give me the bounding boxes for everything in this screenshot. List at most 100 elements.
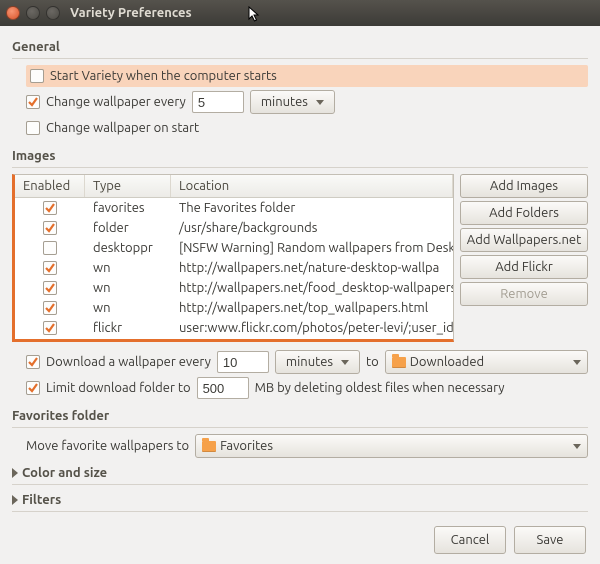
content-area: General Start Variety when the computer …: [0, 26, 600, 564]
add-flickr-button[interactable]: Add Flickr: [460, 255, 588, 279]
table-row[interactable]: flickruser:www.flickr.com/photos/peter-l…: [15, 318, 453, 338]
col-type[interactable]: Type: [85, 175, 171, 197]
folder-icon: [202, 441, 216, 452]
cell-type: folder: [85, 221, 171, 235]
chevron-down-icon: [341, 360, 349, 365]
option-download-every: Download a wallpaper every minutes to Do…: [26, 350, 588, 374]
add-images-button[interactable]: Add Images: [460, 174, 588, 198]
checkbox-change-on-start[interactable]: [26, 121, 40, 135]
checkbox-source-enabled[interactable]: [43, 281, 57, 295]
combo-change-every-unit-label: minutes: [261, 95, 308, 109]
chevron-down-icon: [573, 444, 581, 449]
minimize-icon[interactable]: [26, 6, 40, 20]
input-limit-mb[interactable]: [197, 377, 249, 399]
expander-filters-label: Filters: [22, 493, 61, 507]
cell-type: wn: [85, 301, 171, 315]
cell-location: http://wallpapers.net/nature-desktop-wal…: [171, 261, 453, 275]
combo-change-every-unit[interactable]: minutes: [250, 90, 335, 114]
chevron-down-icon: [316, 100, 324, 105]
table-row[interactable]: favoritesThe Favorites folder: [15, 198, 453, 218]
section-images: Images: [12, 149, 588, 163]
remove-button[interactable]: Remove: [460, 282, 588, 306]
combo-download-dest-label: Downloaded: [410, 355, 484, 369]
cell-location: http://wallpapers.net/food_desktop-wallp…: [171, 281, 453, 295]
chevron-down-icon: [573, 360, 581, 365]
col-location[interactable]: Location: [171, 175, 453, 197]
col-enabled[interactable]: Enabled: [15, 175, 85, 197]
combo-download-unit-label: minutes: [286, 355, 333, 369]
table-row[interactable]: wnhttp://wallpapers.net/food_desktop-wal…: [15, 278, 453, 298]
triangle-right-icon: [12, 495, 18, 505]
combo-download-unit[interactable]: minutes: [275, 350, 360, 374]
add-wallpapers-net-button[interactable]: Add Wallpapers.net: [460, 228, 588, 252]
checkbox-source-enabled[interactable]: [43, 261, 57, 275]
cell-location: /usr/share/backgrounds: [171, 221, 453, 235]
maximize-icon[interactable]: [46, 6, 60, 20]
section-favorites: Favorites folder: [12, 409, 588, 423]
input-change-every[interactable]: [192, 91, 244, 113]
cell-location: [NSFW Warning] Random wallpapers from De…: [171, 241, 453, 255]
cell-type: wn: [85, 261, 171, 275]
table-row[interactable]: wnhttp://wallpapers.net/nature-desktop-w…: [15, 258, 453, 278]
dialog-footer: Cancel Save: [12, 526, 588, 554]
section-general: General: [12, 40, 588, 54]
combo-favorites-dest[interactable]: Favorites: [195, 434, 588, 458]
expander-color-size-label: Color and size: [22, 466, 107, 480]
titlebar: Variety Preferences: [0, 0, 600, 26]
checkbox-download-every[interactable]: [26, 355, 40, 369]
combo-download-dest[interactable]: Downloaded: [385, 350, 588, 374]
table-row[interactable]: wnhttp://wallpapers.net/top_wallpapers.h…: [15, 298, 453, 318]
checkbox-source-enabled[interactable]: [43, 241, 57, 255]
divider: [12, 484, 588, 485]
cell-type: favorites: [85, 201, 171, 215]
save-button[interactable]: Save: [514, 526, 586, 554]
cell-location: http://wallpapers.net/top_wallpapers.htm…: [171, 301, 453, 315]
label-download-every: Download a wallpaper every: [46, 355, 211, 369]
table-header: Enabled Type Location: [15, 175, 453, 198]
label-limit-folder: Limit download folder to: [46, 381, 191, 395]
option-change-every: Change wallpaper every minutes: [26, 90, 588, 114]
divider: [12, 167, 588, 168]
add-folders-button[interactable]: Add Folders: [460, 201, 588, 225]
folder-icon: [392, 357, 406, 368]
option-limit-folder: Limit download folder to MB by deleting …: [26, 377, 588, 399]
cursor-icon: [248, 6, 262, 24]
cell-location: user:www.flickr.com/photos/peter-levi/;u…: [171, 321, 453, 335]
label-change-on-start: Change wallpaper on start: [46, 121, 199, 135]
checkbox-change-every[interactable]: [26, 95, 40, 109]
checkbox-source-enabled[interactable]: [43, 221, 57, 235]
checkbox-source-enabled[interactable]: [43, 201, 57, 215]
cell-type: desktoppr: [85, 241, 171, 255]
table-row[interactable]: desktoppr[NSFW Warning] Random wallpaper…: [15, 238, 453, 258]
checkbox-source-enabled[interactable]: [43, 301, 57, 315]
sources-table: Enabled Type Location favoritesThe Favor…: [12, 174, 454, 342]
checkbox-source-enabled[interactable]: [43, 321, 57, 335]
label-move-favorites: Move favorite wallpapers to: [26, 439, 189, 453]
checkbox-start-with-computer[interactable]: [30, 69, 44, 83]
cell-type: wn: [85, 281, 171, 295]
expander-filters[interactable]: Filters: [12, 493, 588, 507]
divider: [12, 427, 588, 428]
table-body: favoritesThe Favorites folderfolder/usr/…: [15, 198, 453, 340]
combo-favorites-dest-label: Favorites: [220, 439, 273, 453]
close-icon[interactable]: [6, 6, 20, 20]
expander-color-size[interactable]: Color and size: [12, 466, 588, 480]
checkbox-limit-folder[interactable]: [26, 381, 40, 395]
cell-type: flickr: [85, 321, 171, 335]
window-title: Variety Preferences: [70, 6, 192, 20]
option-start-with-computer[interactable]: Start Variety when the computer starts: [26, 65, 588, 87]
input-download-every[interactable]: [217, 351, 269, 373]
images-area: Enabled Type Location favoritesThe Favor…: [12, 174, 588, 342]
table-row[interactable]: folder/usr/share/backgrounds: [15, 218, 453, 238]
triangle-right-icon: [12, 468, 18, 478]
option-change-on-start[interactable]: Change wallpaper on start: [26, 117, 588, 139]
label-to: to: [366, 355, 379, 369]
label-change-every: Change wallpaper every: [46, 95, 186, 109]
divider: [12, 58, 588, 59]
window-controls: [6, 6, 60, 20]
label-start-with-computer: Start Variety when the computer starts: [50, 69, 277, 83]
cell-location: The Favorites folder: [171, 201, 453, 215]
label-limit-suffix: MB by deleting oldest files when necessa…: [255, 381, 505, 395]
cancel-button[interactable]: Cancel: [434, 526, 506, 554]
divider: [12, 511, 588, 512]
